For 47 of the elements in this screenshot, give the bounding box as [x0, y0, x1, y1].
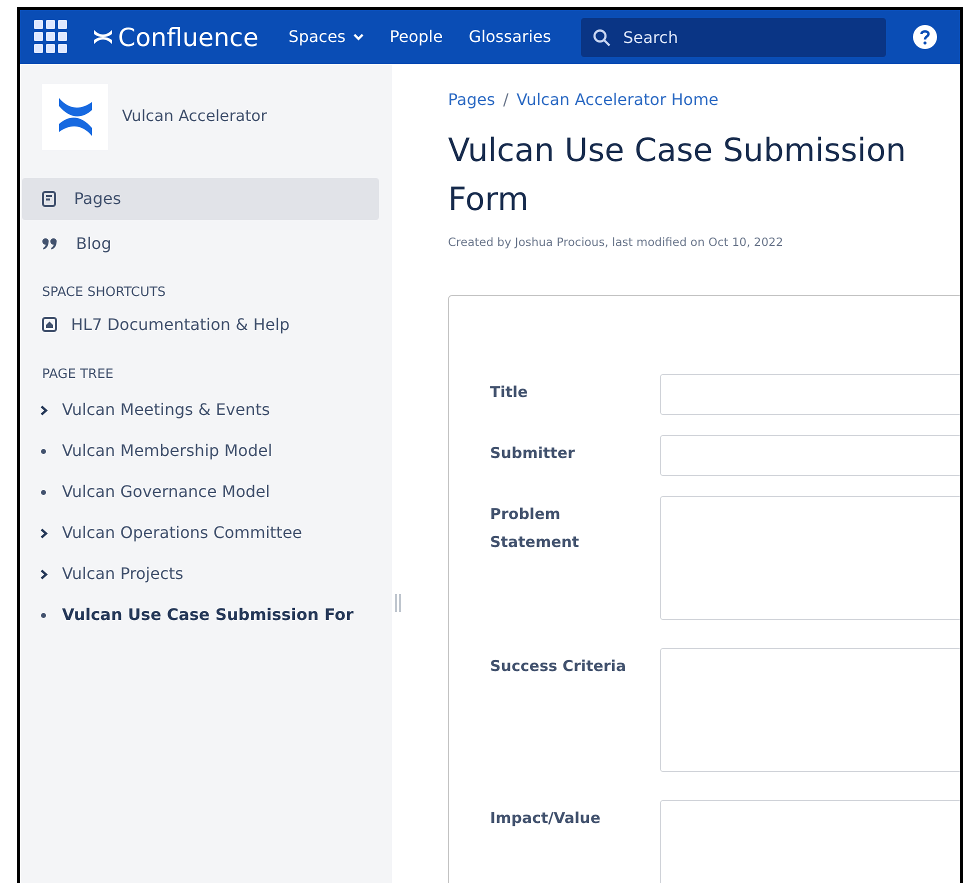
page-tree-item[interactable]: Vulcan Governance Model — [22, 476, 379, 508]
input-field[interactable] — [660, 374, 960, 416]
bullet-icon — [41, 448, 46, 454]
page-tree-item[interactable]: Vulcan Projects — [22, 558, 379, 590]
app-grid-icon[interactable] — [34, 20, 68, 54]
chevron-down-icon — [352, 33, 364, 41]
search-field[interactable]: Search — [581, 18, 886, 56]
breadcrumb-link[interactable]: Vulcan Accelerator Home — [516, 88, 718, 112]
field-label: Title — [490, 382, 529, 404]
space-name[interactable]: Vulcan Accelerator — [122, 105, 268, 129]
chevron-right-icon[interactable] — [40, 568, 48, 580]
input-field[interactable] — [660, 435, 960, 476]
section-heading: SPACE SHORTCUTS — [41, 284, 167, 302]
space-logo — [42, 84, 108, 150]
section-heading: PAGE TREE — [41, 366, 114, 384]
page-tree-item[interactable]: Vulcan Meetings & Events — [22, 394, 379, 426]
chevron-right-icon[interactable] — [40, 528, 48, 538]
logo-icon — [92, 27, 114, 47]
page-tree-item[interactable]: Vulcan Membership Model — [22, 435, 379, 467]
sidebar-nav-item[interactable]: Blog — [22, 223, 379, 265]
page-tree-item[interactable]: Vulcan Operations Committee — [22, 517, 379, 549]
resize-handle[interactable] — [395, 594, 401, 612]
field-label: Submitter — [490, 443, 576, 464]
home-page-icon — [42, 317, 57, 332]
nav-link[interactable]: Spaces — [288, 25, 364, 49]
chevron-right-icon[interactable] — [40, 404, 48, 416]
bullet-icon — [41, 612, 46, 618]
nav-link[interactable]: Glossaries — [468, 25, 552, 49]
sidebar-nav-item[interactable]: Pages — [22, 178, 379, 220]
quote-icon — [42, 238, 58, 250]
page-title: Vulcan Use Case Submission Form — [448, 130, 908, 220]
breadcrumb-link[interactable]: Pages — [448, 88, 496, 112]
nav-link[interactable]: People — [390, 25, 443, 49]
product-logo-link[interactable]: Confluence — [118, 24, 259, 50]
page-byline: Created by Joshua Procious, last modified on Oct 10, 2022 — [448, 234, 784, 251]
breadcrumb-separator: / — [503, 89, 508, 111]
text-area-field[interactable] — [660, 648, 960, 772]
search-icon — [593, 28, 612, 46]
field-label: Problem Statement — [490, 504, 580, 554]
field-label: Impact/Value — [490, 808, 602, 830]
bullet-icon — [41, 490, 46, 494]
text-area-field[interactable] — [660, 496, 960, 620]
help-icon[interactable] — [913, 25, 938, 49]
page-icon — [42, 191, 56, 207]
field-label: Success Criteria — [490, 656, 628, 678]
shortcut-link[interactable]: HL7 Documentation & Help — [22, 308, 379, 340]
page-tree-item[interactable]: Vulcan Use Case Submission For — [22, 599, 379, 631]
